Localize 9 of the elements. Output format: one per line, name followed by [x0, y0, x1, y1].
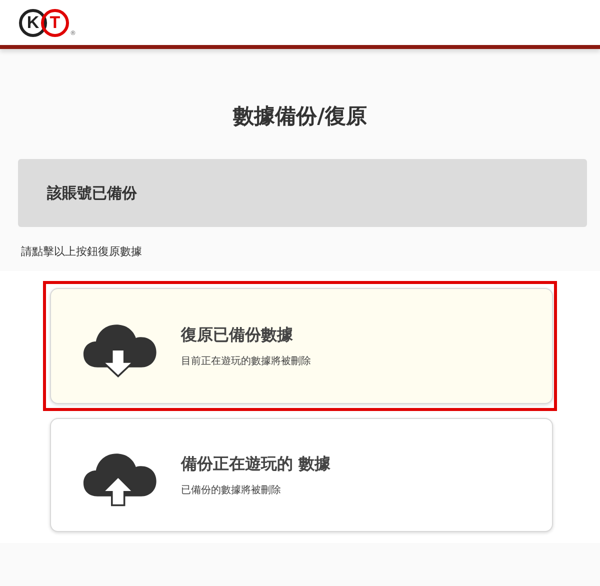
option-subtitle: 目前正在遊玩的數據將被刪除 [181, 354, 311, 368]
option-card[interactable]: 復原已備份數據 目前正在遊玩的數據將被刪除 [50, 288, 553, 404]
option-title: 備份正在遊玩的 數據 [181, 454, 331, 474]
option-title: 復原已備份數據 [181, 324, 294, 346]
option-subtitle: 已備份的數據將被刪除 [181, 484, 282, 496]
page-title: 數據備份/復原 [232, 103, 368, 130]
instruction-text: 請點擊以上按鈕復原數據 [21, 244, 143, 259]
status-text: 該賬號已備份 [47, 184, 137, 202]
option-card[interactable]: 備份正在遊玩的 數據 已備份的數據將被刪除 [50, 418, 553, 532]
